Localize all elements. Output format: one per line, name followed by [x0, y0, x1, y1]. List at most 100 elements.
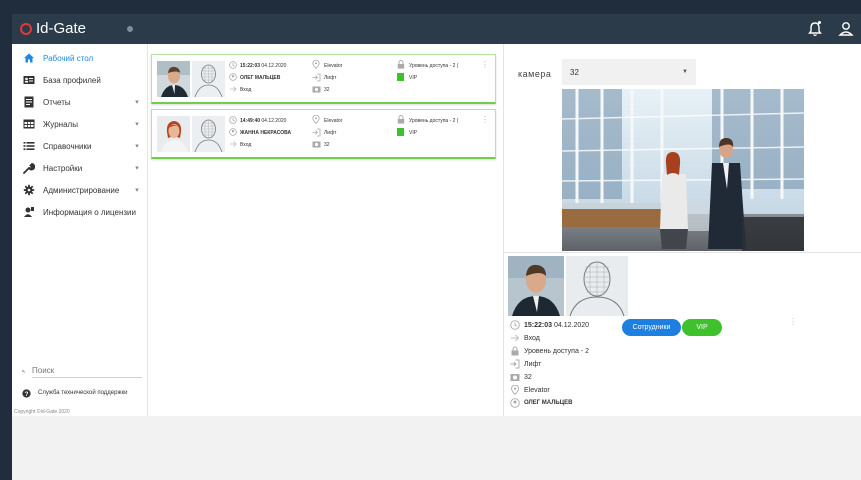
event-card[interactable]: 15:22:03 04.12.2020 ОЛЕГ МАЛЬЦЕВ Вход El…: [151, 54, 496, 104]
sidebar-item-settings[interactable]: Настройки ▾: [12, 157, 148, 179]
group-color-marker: [397, 128, 404, 136]
kebab-menu-icon[interactable]: ⋮: [481, 115, 489, 124]
detail-direction: Вход: [524, 334, 540, 342]
bell-icon[interactable]: [807, 20, 823, 38]
door-enter-icon: [510, 359, 520, 369]
gear-icon: [22, 183, 36, 197]
event-access-level: Уровень доступа - 2 (: [409, 118, 459, 124]
staff-tag[interactable]: Сотрудники: [622, 319, 681, 336]
sidebar: Рабочий стол База профилей Отчеты ▾ Журн…: [12, 44, 148, 416]
sidebar-item-desktop[interactable]: Рабочий стол: [12, 47, 148, 69]
list-icon: [22, 139, 36, 153]
footer-area: [12, 416, 861, 480]
detail-time: 15:22:03: [524, 321, 553, 329]
enter-arrow-icon: [230, 86, 237, 92]
detail-name-row: ОЛЕГ МАЛЬЦЕВ: [510, 397, 572, 409]
camera-select[interactable]: 32 ▼: [562, 59, 696, 85]
person-photo: [157, 116, 190, 152]
detail-datetime-row: 15:22:03 04.12.2020: [510, 319, 589, 331]
copyright: Copyright ©Id-Gate 2020: [14, 409, 70, 415]
person-photo: [157, 61, 190, 97]
face-template-icon: [566, 256, 628, 316]
event-access-level: Уровень доступа - 2 (: [409, 63, 459, 69]
chevron-down-icon: ▾: [135, 121, 139, 128]
detail-date: 04.12.2020: [553, 321, 590, 329]
wrench-icon: [22, 161, 36, 175]
search-input[interactable]: [32, 364, 142, 378]
face-template-icon: [192, 61, 225, 97]
lock-icon: [397, 60, 405, 69]
sidebar-item-label: Журналы: [43, 119, 78, 129]
sidebar-item-references[interactable]: Справочники ▾: [12, 135, 148, 157]
sidebar-item-label: Отчеты: [43, 97, 71, 107]
event-person-name: ОЛЕГ МАЛЬЦЕВ: [240, 75, 281, 81]
chevron-down-icon: ▾: [135, 187, 139, 194]
enter-arrow-icon: [230, 141, 237, 147]
user-icon[interactable]: [838, 20, 854, 38]
detail-camera-row: 32: [510, 371, 532, 383]
chevron-down-icon: ▼: [682, 69, 688, 75]
event-direction: Вход: [240, 142, 252, 148]
camera-panel: камера 32 ▼: [503, 44, 861, 252]
detail-direction-row: Вход: [510, 332, 540, 344]
sidebar-item-profiles[interactable]: База профилей: [12, 69, 148, 91]
event-camera: 32: [324, 87, 330, 93]
chevron-down-icon: ▾: [135, 143, 139, 150]
event-zone: Лифт: [324, 75, 337, 81]
sidebar-search: [22, 362, 142, 380]
lock-icon: [510, 346, 520, 356]
sidebar-item-administration[interactable]: Администрирование ▾: [12, 179, 148, 201]
detail-zone: Лифт: [524, 360, 542, 368]
event-date: 04.12.2020: [261, 63, 287, 69]
menu-toggle-dot[interactable]: [127, 26, 133, 32]
detail-access-level: Уровень доступа - 2: [524, 347, 589, 355]
vip-tag[interactable]: VIP: [682, 319, 722, 336]
logo-icon: [20, 23, 32, 35]
person-circle-icon: [229, 128, 237, 136]
support-link[interactable]: ? Служба технической поддержки: [22, 386, 148, 400]
clock-icon: [510, 320, 520, 330]
table-icon: [22, 117, 36, 131]
camera-label: камера: [518, 69, 552, 79]
event-card[interactable]: 14:49:40 04.12.2020 ЖАННА НЕКРАСОВА Вход…: [151, 109, 496, 159]
chevron-down-icon: ▾: [135, 165, 139, 172]
app-window: Id-Gate Рабочий стол База профилей Отчет…: [12, 14, 861, 480]
clock-icon: [229, 116, 237, 124]
location-pin-icon: [312, 60, 320, 69]
detail-zone-row: Лифт: [510, 358, 541, 370]
door-enter-icon: [312, 73, 321, 82]
sidebar-item-label: Информация о лицензии: [43, 207, 136, 217]
sidebar-item-reports[interactable]: Отчеты ▾: [12, 91, 148, 113]
sidebar-item-license[interactable]: Информация о лицензии: [12, 201, 148, 223]
event-direction: Вход: [240, 87, 252, 93]
sidebar-item-label: База профилей: [43, 75, 101, 85]
event-date: 04.12.2020: [261, 118, 287, 124]
kebab-menu-icon[interactable]: ⋮: [481, 60, 489, 69]
event-group: VIP: [409, 130, 418, 136]
svg-text:?: ?: [25, 391, 29, 398]
detail-access-row: Уровень доступа - 2: [510, 345, 589, 357]
kebab-menu-icon[interactable]: ⋮: [789, 317, 797, 326]
id-card-icon: [22, 73, 36, 87]
lock-icon: [397, 115, 405, 124]
detail-location-row: Elevator: [510, 384, 550, 396]
sidebar-item-journals[interactable]: Журналы ▾: [12, 113, 148, 135]
location-pin-icon: [510, 385, 520, 395]
event-location: Elevator: [324, 63, 343, 69]
detail-camera: 32: [524, 373, 532, 381]
person-circle-icon: [229, 73, 237, 81]
sidebar-item-label: Администрирование: [43, 185, 120, 195]
group-color-marker: [397, 73, 404, 81]
user-license-icon: [22, 205, 36, 219]
events-list: 15:22:03 04.12.2020 ОЛЕГ МАЛЬЦЕВ Вход El…: [148, 44, 503, 416]
face-template-icon: [192, 116, 225, 152]
detail-person-name: ОЛЕГ МАЛЬЦЕВ: [524, 400, 573, 406]
person-circle-icon: [510, 398, 520, 408]
camera-feed-image: [562, 89, 804, 251]
camera-select-value: 32: [570, 67, 579, 77]
event-time: 15:22:03: [240, 63, 261, 69]
sidebar-item-label: Рабочий стол: [43, 53, 94, 63]
camera-icon: [510, 372, 520, 382]
search-icon: [22, 369, 25, 373]
chevron-down-icon: ▾: [135, 99, 139, 106]
